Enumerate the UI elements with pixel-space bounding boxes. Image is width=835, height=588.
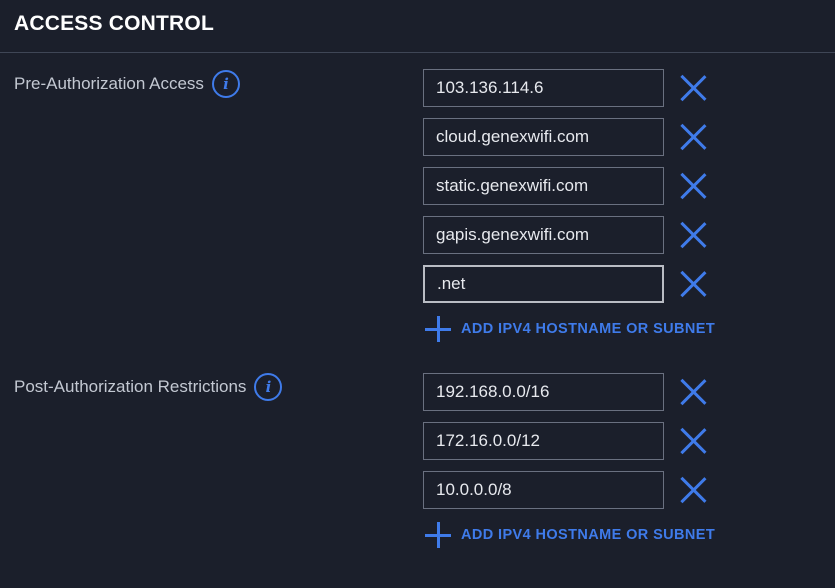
plus-icon [425,316,451,342]
access-control-panel: ACCESS CONTROL Pre-Authorization Access … [0,0,835,588]
plus-icon [425,522,451,548]
pre-auth-entry-row [423,118,707,156]
remove-entry-icon[interactable] [679,221,707,249]
remove-entry-icon[interactable] [679,270,707,298]
remove-entry-icon[interactable] [679,123,707,151]
post-auth-entry-input[interactable] [423,373,664,411]
remove-entry-icon[interactable] [679,427,707,455]
pre-auth-entry-row [423,69,707,107]
remove-entry-icon[interactable] [679,74,707,102]
pre-auth-info-icon[interactable]: i [211,70,240,98]
pre-auth-add-label: ADD IPV4 HOSTNAME OR SUBNET [461,321,716,337]
post-auth-entry-input[interactable] [423,471,664,509]
pre-auth-label-group: Pre-Authorization Access i [14,70,240,98]
post-auth-entry-row [423,471,707,509]
remove-entry-icon[interactable] [679,172,707,200]
post-auth-add-button[interactable]: ADD IPV4 HOSTNAME OR SUBNET [425,522,715,548]
pre-auth-entry-input[interactable] [423,216,664,254]
post-auth-entry-row [423,373,707,411]
post-auth-info-icon[interactable]: i [254,373,283,401]
pre-auth-entry-row [423,167,707,205]
pre-auth-entry-input[interactable] [423,265,664,303]
pre-auth-label: Pre-Authorization Access [14,74,204,93]
pre-auth-entry-row [423,216,707,254]
post-auth-entry-input[interactable] [423,422,664,460]
pre-auth-entry-row [423,265,707,303]
post-auth-label: Post-Authorization Restrictions [14,377,247,396]
post-auth-entry-row [423,422,707,460]
pre-auth-entry-input[interactable] [423,167,664,205]
section-title: ACCESS CONTROL [14,12,214,35]
post-auth-add-label: ADD IPV4 HOSTNAME OR SUBNET [461,527,716,543]
remove-entry-icon[interactable] [679,378,707,406]
pre-auth-entry-input[interactable] [423,118,664,156]
pre-auth-entry-input[interactable] [423,69,664,107]
divider [0,52,835,53]
remove-entry-icon[interactable] [679,476,707,504]
post-auth-label-group: Post-Authorization Restrictions i [14,373,283,401]
pre-auth-add-button[interactable]: ADD IPV4 HOSTNAME OR SUBNET [425,316,715,342]
